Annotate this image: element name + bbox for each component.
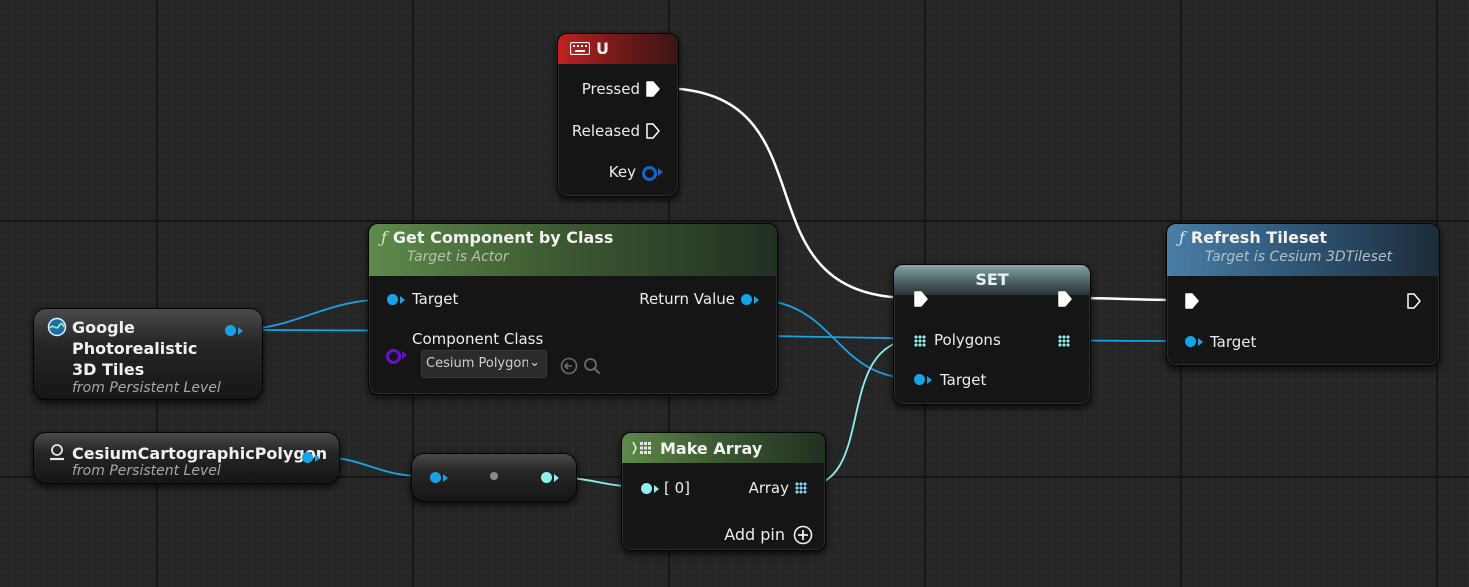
- refresh-tileset-node[interactable]: ƒ Refresh Tileset Target is Cesium 3DTile…: [1166, 223, 1440, 366]
- keyboard-icon: [570, 42, 590, 55]
- conversion-output-pin[interactable]: [541, 472, 552, 483]
- polygons-array-pin[interactable]: [914, 335, 926, 347]
- array-index0-pin[interactable]: [641, 483, 652, 494]
- use-selected-icon[interactable]: [560, 357, 578, 375]
- return-value-pin-arrow: [754, 296, 759, 304]
- make-array-title: Make Array: [660, 439, 763, 458]
- add-pin-label[interactable]: Add pin: [724, 525, 785, 544]
- released-label: Released: [571, 122, 640, 140]
- released-exec-pin[interactable]: [646, 123, 660, 139]
- return-value-label: Return Value: [639, 290, 735, 308]
- input-event-title: U: [596, 39, 609, 58]
- array-output-pin[interactable]: [795, 482, 807, 494]
- key-pin-arrow: [658, 168, 663, 176]
- google-tiles-variable-node[interactable]: Google Photorealistic 3D Tiles from Pers…: [33, 308, 263, 400]
- array-output-label: Array: [748, 479, 789, 497]
- conversion-input-pin-arrow: [443, 474, 448, 482]
- refresh-target-label: Target: [1210, 333, 1257, 351]
- function-icon: ƒ: [381, 228, 387, 247]
- target-input-pin[interactable]: [387, 294, 398, 305]
- target-label: Target: [412, 290, 459, 308]
- refresh-tileset-header: ƒ Refresh Tileset Target is Cesium 3DTile…: [1167, 224, 1439, 276]
- get-component-title: Get Component by Class: [392, 228, 614, 247]
- refresh-target-pin-arrow: [1198, 338, 1203, 346]
- return-value-pin[interactable]: [741, 294, 752, 305]
- get-component-subtitle: Target is Actor: [407, 249, 509, 265]
- set-target-label: Target: [940, 371, 987, 389]
- refresh-target-pin[interactable]: [1185, 336, 1196, 347]
- set-exec-out-pin[interactable]: [1058, 291, 1072, 307]
- chevron-down-icon: ⌄: [529, 355, 540, 370]
- pressed-label: Pressed: [581, 80, 640, 98]
- array-index0-label: [ 0]: [664, 479, 691, 497]
- component-class-pin[interactable]: [386, 349, 401, 364]
- get-component-node[interactable]: ƒ Get Component by Class Target is Actor …: [368, 223, 778, 395]
- set-target-pin[interactable]: [914, 374, 925, 385]
- function-icon: ƒ: [1179, 228, 1185, 247]
- component-class-label: Component Class: [412, 330, 544, 348]
- conversion-output-pin-arrow: [554, 474, 559, 482]
- array-index0-pin-arrow: [654, 485, 659, 493]
- polygons-output-pin[interactable]: [1058, 335, 1070, 347]
- refresh-exec-in-pin[interactable]: [1185, 293, 1199, 309]
- input-event-node[interactable]: U Pressed Released Key: [557, 33, 679, 197]
- set-target-pin-arrow: [927, 376, 932, 384]
- polygon-variable-title: CesiumCartographicPolygon: [72, 444, 328, 463]
- key-pin[interactable]: [642, 166, 657, 181]
- google-tiles-output-pin-arrow: [238, 327, 243, 335]
- component-class-pin-arrow: [402, 351, 407, 359]
- google-tiles-subtitle: from Persistent Level: [72, 380, 221, 396]
- input-event-header: U: [558, 34, 678, 64]
- conversion-dot-icon: [490, 472, 498, 480]
- conversion-node[interactable]: [411, 453, 577, 502]
- set-exec-in-pin[interactable]: [914, 291, 928, 307]
- refresh-tileset-title: Refresh Tileset: [1190, 228, 1328, 247]
- make-array-icon: [632, 441, 651, 455]
- google-tiles-title: Google Photorealistic 3D Tiles: [72, 318, 198, 379]
- polygon-variable-node[interactable]: CesiumCartographicPolygon from Persisten…: [33, 432, 340, 484]
- polygon-output-pin[interactable]: [302, 452, 313, 463]
- make-array-node[interactable]: Make Array [ 0] Array Add pin: [621, 432, 826, 551]
- conversion-input-pin[interactable]: [430, 472, 441, 483]
- component-class-dropdown[interactable]: Cesium Polygon ⌄: [421, 350, 547, 378]
- component-class-selected: Cesium Polygon: [426, 356, 528, 371]
- globe-icon: [47, 317, 67, 337]
- polygon-variable-subtitle: from Persistent Level: [72, 463, 221, 479]
- add-pin-plus-icon[interactable]: [793, 525, 813, 545]
- google-tiles-output-pin[interactable]: [225, 325, 236, 336]
- set-node[interactable]: SET Polygons Target: [893, 264, 1091, 405]
- key-label: Key: [608, 163, 636, 181]
- polygons-label: Polygons: [934, 331, 1001, 349]
- polygon-actor-icon: [50, 444, 64, 461]
- get-component-header: ƒ Get Component by Class Target is Actor: [369, 224, 777, 276]
- polygon-output-pin-arrow: [315, 454, 320, 462]
- make-array-header: Make Array: [622, 433, 825, 463]
- target-input-pin-arrow: [400, 296, 405, 304]
- pressed-exec-pin[interactable]: [646, 81, 660, 97]
- refresh-tileset-subtitle: Target is Cesium 3DTileset: [1205, 249, 1393, 265]
- browse-search-icon[interactable]: [583, 357, 601, 375]
- refresh-exec-out-pin[interactable]: [1407, 293, 1421, 309]
